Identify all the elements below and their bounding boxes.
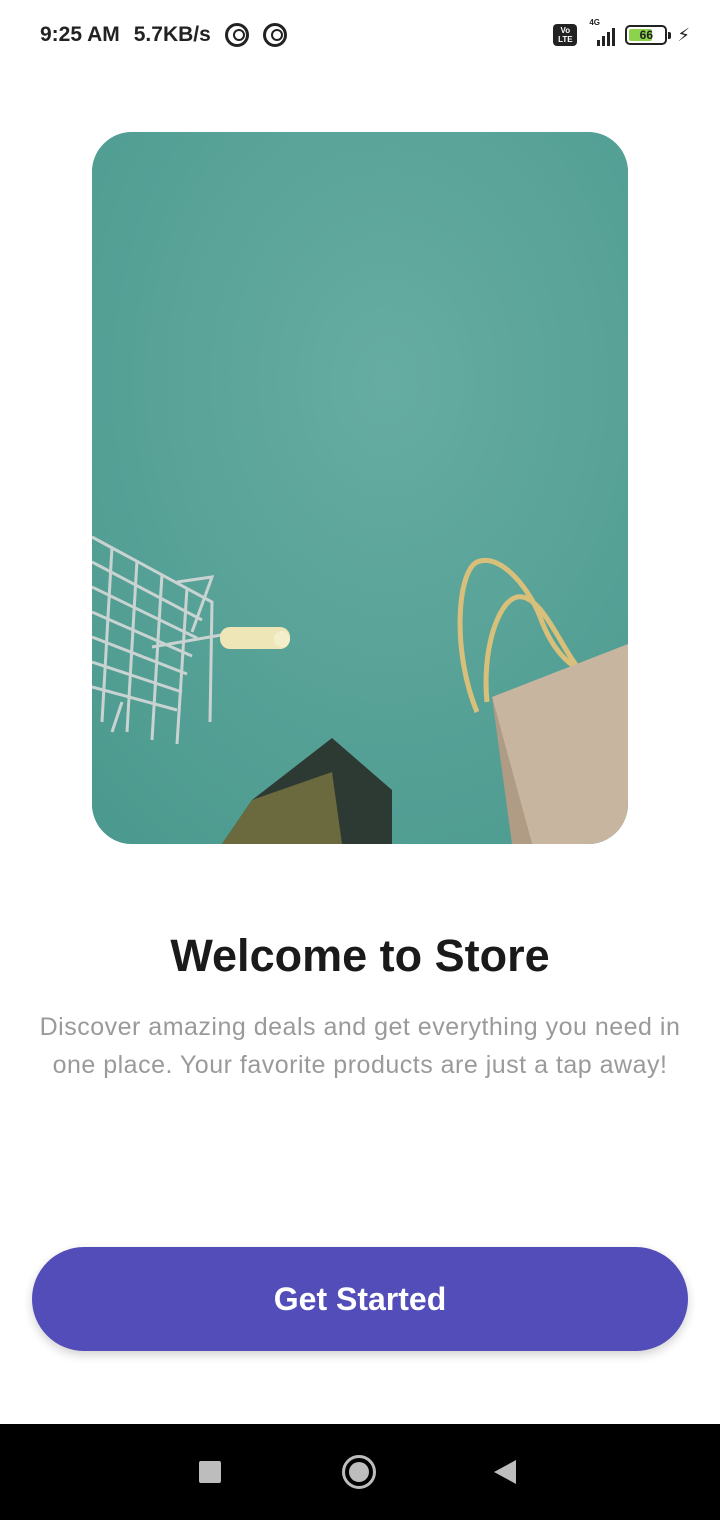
sync-circle-icon bbox=[262, 23, 287, 47]
sync-circle-icon bbox=[224, 23, 249, 47]
home-icon[interactable] bbox=[342, 1455, 376, 1489]
volte-icon: Vo LTE bbox=[553, 24, 578, 46]
battery-icon: 66 bbox=[625, 25, 672, 45]
status-bar: 9:25 AM 5.7KB/s Vo LTE 4G 66 ⚡ bbox=[0, 0, 720, 70]
recents-icon[interactable] bbox=[199, 1461, 221, 1483]
battery-level: 66 bbox=[639, 28, 654, 42]
status-time: 9:25 AM bbox=[40, 23, 120, 46]
signal-strength-icon: 4G bbox=[587, 18, 616, 46]
get-started-button[interactable]: Get Started bbox=[32, 1247, 688, 1351]
charging-bolt-icon: ⚡ bbox=[677, 24, 690, 45]
welcome-description: Discover amazing deals and get everythin… bbox=[39, 1013, 681, 1079]
back-icon[interactable] bbox=[494, 1460, 516, 1484]
system-navigation-bar bbox=[0, 1424, 720, 1520]
status-network-speed: 5.7KB/s bbox=[133, 23, 211, 46]
shopping-cart-and-bag-photo bbox=[92, 132, 628, 844]
network-type-label: 4G bbox=[589, 18, 601, 27]
welcome-title: Welcome to Store bbox=[170, 930, 550, 981]
hero-image bbox=[92, 132, 628, 844]
status-left: 9:25 AM 5.7KB/s bbox=[40, 20, 287, 50]
status-right: Vo LTE 4G 66 ⚡ bbox=[553, 18, 690, 50]
